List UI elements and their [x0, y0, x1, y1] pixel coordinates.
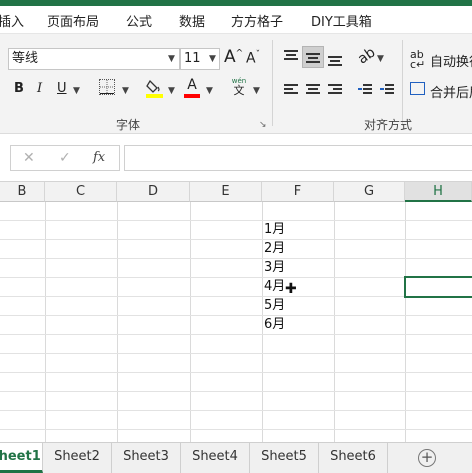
align-middle-icon[interactable] [306, 52, 320, 64]
cell-f-4[interactable]: 4月 [264, 277, 285, 296]
cell-cursor-icon: ✚ [285, 281, 297, 297]
chevron-down-icon[interactable]: ▼ [253, 86, 260, 96]
font-color-glyph: A [187, 77, 197, 93]
cell-f-3[interactable]: 3月 [264, 258, 285, 277]
column-header-e[interactable]: E [190, 182, 262, 202]
font-size-value: 11 [184, 51, 201, 66]
column-header-d[interactable]: D [117, 182, 190, 202]
cancel-icon[interactable]: ✕ [23, 150, 35, 166]
chevron-down-icon[interactable]: ▼ [377, 54, 384, 64]
align-left-icon[interactable] [284, 84, 298, 96]
ribbon: 等线 ▼ 11 ▼ A^ Aˇ B I U ▼ ▼ ▼ A ▼ wén 文 ▼ … [0, 34, 472, 134]
add-sheet-button[interactable]: + [418, 449, 436, 467]
bold-button[interactable]: B [14, 81, 24, 96]
decrease-font-size-button[interactable]: Aˇ [246, 50, 260, 67]
ribbon-tabs: 插入 页面布局 公式 数据 方方格子 DIY工具箱 [0, 6, 472, 34]
tab-data[interactable]: 数据 [179, 11, 205, 30]
borders-glyph [100, 80, 114, 94]
borders-icon[interactable] [99, 79, 115, 95]
chevron-down-icon[interactable]: ▼ [73, 86, 80, 96]
cell-f-1[interactable]: 1月 [264, 220, 285, 239]
align-top-icon[interactable] [284, 50, 298, 62]
formula-input[interactable] [124, 145, 472, 171]
column-header-f[interactable]: F [262, 182, 334, 202]
font-name-combo[interactable]: 等线 [8, 48, 180, 70]
font-group-label: 字体 [116, 118, 141, 132]
align-right-icon[interactable] [328, 84, 342, 96]
cell-f-2[interactable]: 2月 [264, 239, 285, 258]
font-color-swatch [184, 94, 200, 98]
column-header-h[interactable]: H [405, 182, 472, 202]
chevron-down-icon[interactable]: ▼ [122, 86, 129, 96]
formula-bar: ✕ ✓ fx [0, 134, 472, 182]
fill-color-icon[interactable] [146, 78, 164, 98]
sheet-tab-3[interactable]: Sheet3 [112, 443, 181, 473]
sheet-tab-6[interactable]: Sheet6 [319, 443, 388, 473]
column-header-b[interactable]: B [0, 182, 45, 202]
phonetic-guide-button[interactable]: wén 文 [230, 77, 248, 97]
tab-formulas[interactable]: 公式 [126, 11, 152, 30]
phonetic-char: 文 [233, 84, 245, 97]
column-header-c[interactable]: C [45, 182, 117, 202]
cell-f-6[interactable]: 6月 [264, 315, 285, 334]
wrap-text-button[interactable]: 自动换行 [430, 51, 472, 70]
underline-button[interactable]: U [57, 81, 67, 96]
sheet-tab-4[interactable]: Sheet4 [181, 443, 250, 473]
tab-diy-toolbox[interactable]: DIY工具箱 [311, 11, 372, 30]
chevron-down-icon[interactable]: ▼ [206, 86, 213, 96]
chevron-down-icon[interactable]: ▼ [168, 54, 175, 64]
increase-font-size-button[interactable]: A^ [224, 47, 243, 67]
align-bottom-icon[interactable] [328, 54, 342, 66]
increase-indent-icon[interactable] [380, 84, 394, 96]
chevron-down-icon[interactable]: ▼ [168, 86, 175, 96]
column-header-g[interactable]: G [334, 182, 405, 202]
align-center-icon[interactable] [306, 84, 320, 96]
sheet-tab-2[interactable]: Sheet2 [43, 443, 112, 473]
tab-insert[interactable]: 插入 [0, 11, 24, 30]
ribbon-separator [272, 40, 273, 126]
tab-page-layout[interactable]: 页面布局 [47, 11, 99, 30]
active-cell-selection[interactable] [404, 276, 472, 298]
wrap-text-icon: ab c↵ [410, 48, 426, 71]
font-color-button[interactable]: A [184, 77, 200, 98]
decrease-indent-icon[interactable] [358, 84, 372, 96]
sheet-tab-1[interactable]: Sheet1 [0, 443, 43, 473]
sheet-tab-5[interactable]: Sheet5 [250, 443, 319, 473]
orientation-icon[interactable]: ab [355, 44, 378, 67]
tab-fangfang[interactable]: 方方格子 [231, 11, 283, 30]
cell-f-5[interactable]: 5月 [264, 296, 285, 315]
font-name-value: 等线 [12, 51, 39, 66]
insert-function-icon[interactable]: fx [93, 150, 105, 165]
italic-button[interactable]: I [37, 81, 42, 96]
merge-center-button[interactable]: 合并后居 [430, 82, 472, 101]
enter-icon[interactable]: ✓ [59, 150, 71, 166]
alignment-group-label: 对齐方式 [364, 118, 413, 132]
sheet-tab-bar: Sheet1 Sheet2 Sheet3 Sheet4 Sheet5 Sheet… [0, 442, 472, 473]
formula-buttons: ✕ ✓ fx [10, 145, 120, 171]
chevron-down-icon[interactable]: ▼ [209, 54, 216, 64]
merge-center-icon [410, 82, 425, 95]
paint-bucket-glyph [146, 79, 163, 98]
ribbon-separator [402, 40, 403, 126]
font-dialog-launcher-icon[interactable]: ↘ [259, 120, 267, 130]
cell-grid[interactable]: 1月 2月 3月 4月 5月 6月 [0, 202, 472, 442]
